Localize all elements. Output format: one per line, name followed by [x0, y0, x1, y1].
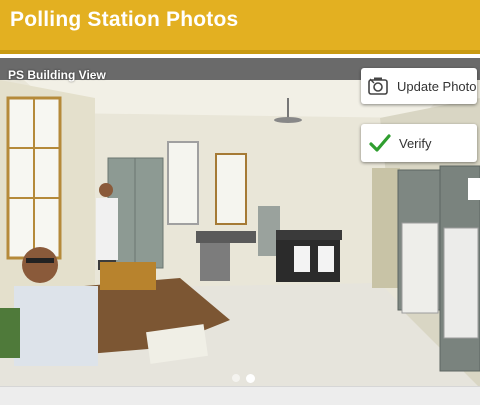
carousel-indicator: [232, 374, 255, 383]
verify-label: Verify: [399, 135, 432, 151]
verify-button[interactable]: Verify: [361, 124, 477, 162]
carousel-dot-1[interactable]: [232, 374, 240, 382]
app-header: Polling Station Photos: [0, 0, 480, 54]
carousel-dot-2[interactable]: [246, 374, 255, 383]
camera-refresh-icon: [367, 76, 389, 96]
update-photo-button[interactable]: Update Photo: [361, 68, 477, 104]
checkmark-icon: [369, 133, 391, 153]
footer-bar: [0, 386, 480, 405]
update-photo-label: Update Photo: [397, 78, 477, 94]
photo-label: PS Building View: [8, 68, 106, 82]
polling-station-photo[interactable]: [0, 58, 480, 388]
page-title: Polling Station Photos: [10, 8, 239, 31]
office-room-photo: [0, 58, 480, 388]
